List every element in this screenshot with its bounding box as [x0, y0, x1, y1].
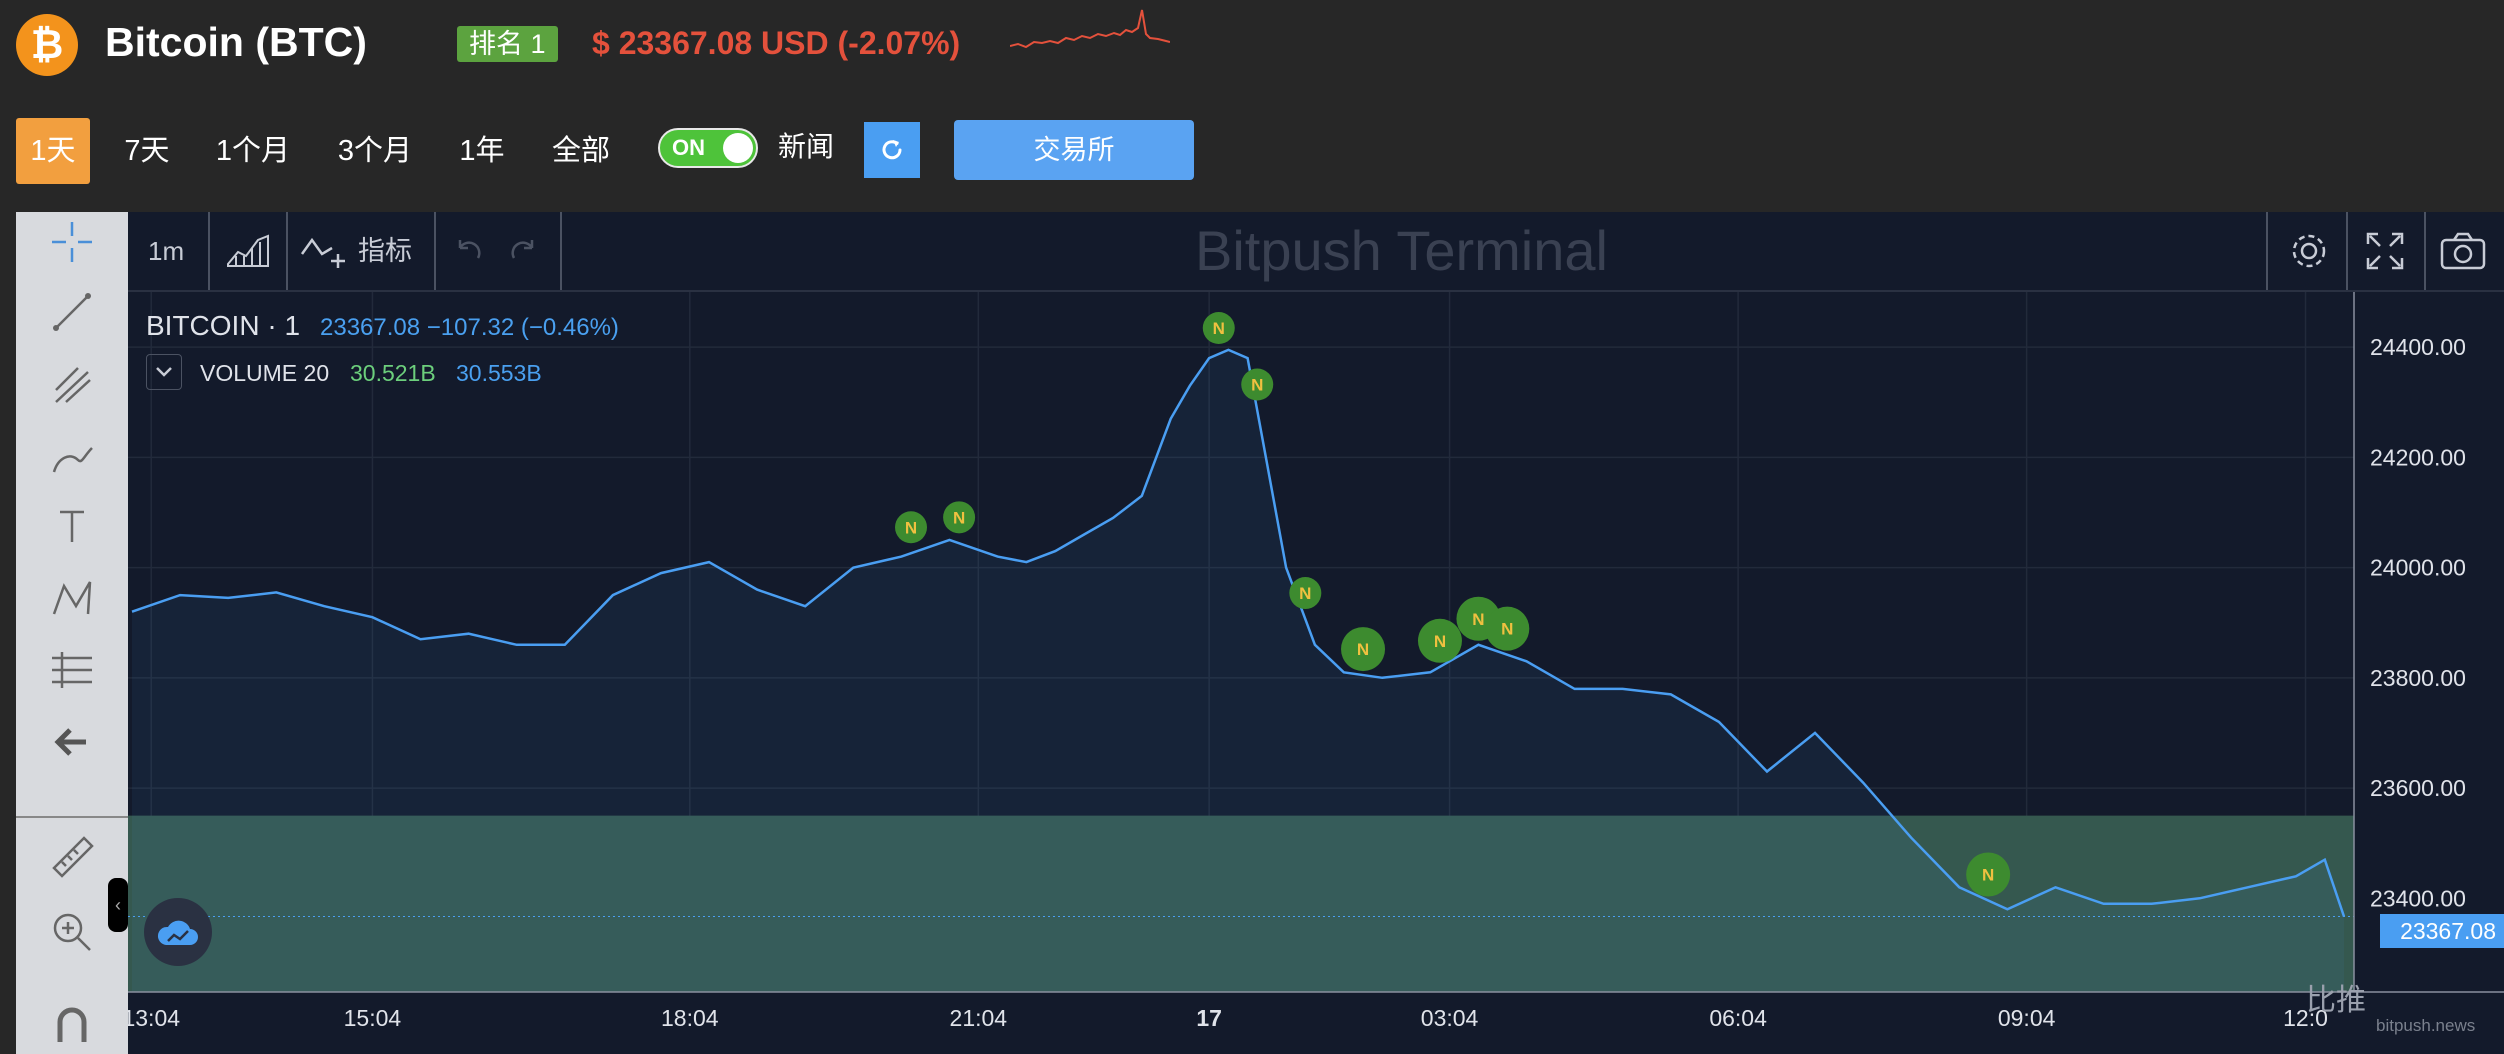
x-tick-label: 06:04: [1709, 1005, 1767, 1031]
undo-icon[interactable]: [452, 236, 484, 269]
news-marker[interactable]: N: [1202, 312, 1235, 345]
news-marker[interactable]: N: [943, 501, 976, 534]
brand-watermark: 比推: [2306, 984, 2366, 1017]
svg-text:N: N: [1472, 610, 1484, 629]
range-button-7d[interactable]: 7天: [112, 118, 182, 184]
news-label: 新闻: [778, 131, 835, 162]
news-marker[interactable]: N: [1966, 852, 2011, 897]
svg-text:N: N: [1501, 620, 1513, 639]
chevron-down-icon: [156, 367, 172, 377]
y-tick-label: 24000.00: [2370, 555, 2466, 581]
redo-icon[interactable]: [508, 236, 540, 269]
topbar-divider: [560, 212, 562, 290]
camera-icon[interactable]: [2440, 232, 2486, 275]
chart-style-icon[interactable]: [226, 230, 270, 275]
news-marker[interactable]: N: [1485, 606, 1530, 651]
legend-volume-ma-value: 30.553B: [456, 360, 542, 386]
range-button-1y[interactable]: 1年: [452, 118, 512, 184]
news-marker[interactable]: N: [1241, 368, 1274, 401]
svg-text:N: N: [1982, 866, 1994, 885]
svg-text:N: N: [1357, 640, 1369, 659]
ruler-icon[interactable]: [34, 826, 110, 886]
topbar-divider: [2346, 212, 2348, 290]
bitcoin-logo-icon: ₿: [16, 14, 78, 76]
toolbar-collapse-tab[interactable]: ‹: [108, 878, 128, 932]
toolbar-divider: [16, 816, 128, 818]
zoom-in-icon[interactable]: [34, 902, 110, 962]
x-tick-label: 15:04: [344, 1005, 402, 1031]
crosshair-icon[interactable]: [34, 212, 110, 272]
range-button-1d[interactable]: 1天: [16, 118, 90, 184]
svg-text:N: N: [1434, 632, 1446, 651]
fullscreen-icon[interactable]: [2366, 232, 2404, 275]
indicator-icon[interactable]: [300, 230, 350, 275]
pitchfork-icon[interactable]: [34, 356, 110, 416]
svg-text:N: N: [1251, 376, 1263, 395]
exchange-button[interactable]: 交易所: [954, 120, 1194, 180]
indicators-button[interactable]: 指标: [358, 212, 412, 290]
interval-selector[interactable]: 1m: [148, 212, 184, 290]
price-sparkline: [1010, 9, 1170, 49]
toggle-state-label: ON: [672, 135, 705, 160]
x-tick-label: 13:04: [128, 1005, 180, 1031]
rank-badge: 排名 1: [457, 26, 558, 62]
topbar-divider: [286, 212, 288, 290]
topbar-divider: [208, 212, 210, 290]
cloud-icon[interactable]: [144, 898, 212, 966]
range-button-1m[interactable]: 1个月: [208, 118, 298, 184]
brand-watermark-url: bitpush.news: [2376, 1016, 2476, 1035]
x-tick-label: 17: [1196, 1005, 1222, 1031]
trend-line-icon[interactable]: [34, 282, 110, 342]
news-marker[interactable]: N: [895, 511, 928, 544]
news-toggle[interactable]: ON: [658, 128, 758, 168]
news-marker[interactable]: N: [1289, 577, 1322, 610]
y-tick-label: 23600.00: [2370, 775, 2466, 801]
y-tick-label: 23800.00: [2370, 665, 2466, 691]
range-button-3m[interactable]: 3个月: [330, 118, 420, 184]
x-tick-label: 09:04: [1998, 1005, 2056, 1031]
legend-volume-value: 30.521B: [350, 360, 436, 386]
measure-lines-icon[interactable]: [34, 640, 110, 700]
svg-text:N: N: [905, 518, 917, 537]
back-arrow-icon[interactable]: [34, 712, 110, 772]
last-price-tag: 23367.08: [2380, 914, 2504, 948]
refresh-button[interactable]: [864, 122, 920, 178]
refresh-icon: [882, 140, 902, 160]
svg-text:N: N: [1213, 319, 1225, 338]
coin-title: Bitcoin (BTC): [105, 19, 367, 65]
legend-price-info: 23367.08 −107.32 (−0.46%): [320, 314, 619, 341]
legend-symbol: BITCOIN · 1: [146, 310, 301, 341]
price-chart[interactable]: NNNNNN NNNN 24400.0024200.0024000.0023800…: [128, 292, 2504, 1054]
brush-icon[interactable]: [34, 426, 110, 486]
price-change: $ 23367.08 USD (-2.07%): [592, 25, 961, 61]
x-tick-label: 21:04: [950, 1005, 1008, 1031]
x-tick-label: 18:04: [661, 1005, 719, 1031]
svg-text:N: N: [1299, 584, 1311, 603]
topbar-divider: [434, 212, 436, 290]
y-tick-label: 23400.00: [2370, 885, 2466, 911]
toggle-knob: [723, 133, 753, 163]
magnet-icon[interactable]: [34, 992, 110, 1052]
y-tick-label: 24200.00: [2370, 444, 2466, 470]
svg-text:N: N: [953, 508, 965, 527]
terminal-watermark: Bitpush Terminal: [1195, 219, 1608, 282]
y-tick-label: 24400.00: [2370, 334, 2466, 360]
settings-gear-icon[interactable]: [2288, 230, 2330, 277]
news-marker[interactable]: N: [1417, 618, 1462, 663]
topbar-divider: [2424, 212, 2426, 290]
topbar-divider: [2266, 212, 2268, 290]
legend-volume-label: VOLUME 20: [200, 360, 330, 386]
legend-collapse-button[interactable]: [146, 354, 182, 390]
x-axis-ticks: 13:04 15:04 18:04 21:04 17 03:04 06:04 09:04 12:…: [128, 1005, 2328, 1031]
news-marker[interactable]: N: [1341, 627, 1386, 672]
range-button-all[interactable]: 全部: [542, 118, 620, 184]
x-tick-label: 03:04: [1421, 1005, 1479, 1031]
pattern-icon[interactable]: [34, 568, 110, 628]
text-tool-icon[interactable]: [34, 496, 110, 556]
